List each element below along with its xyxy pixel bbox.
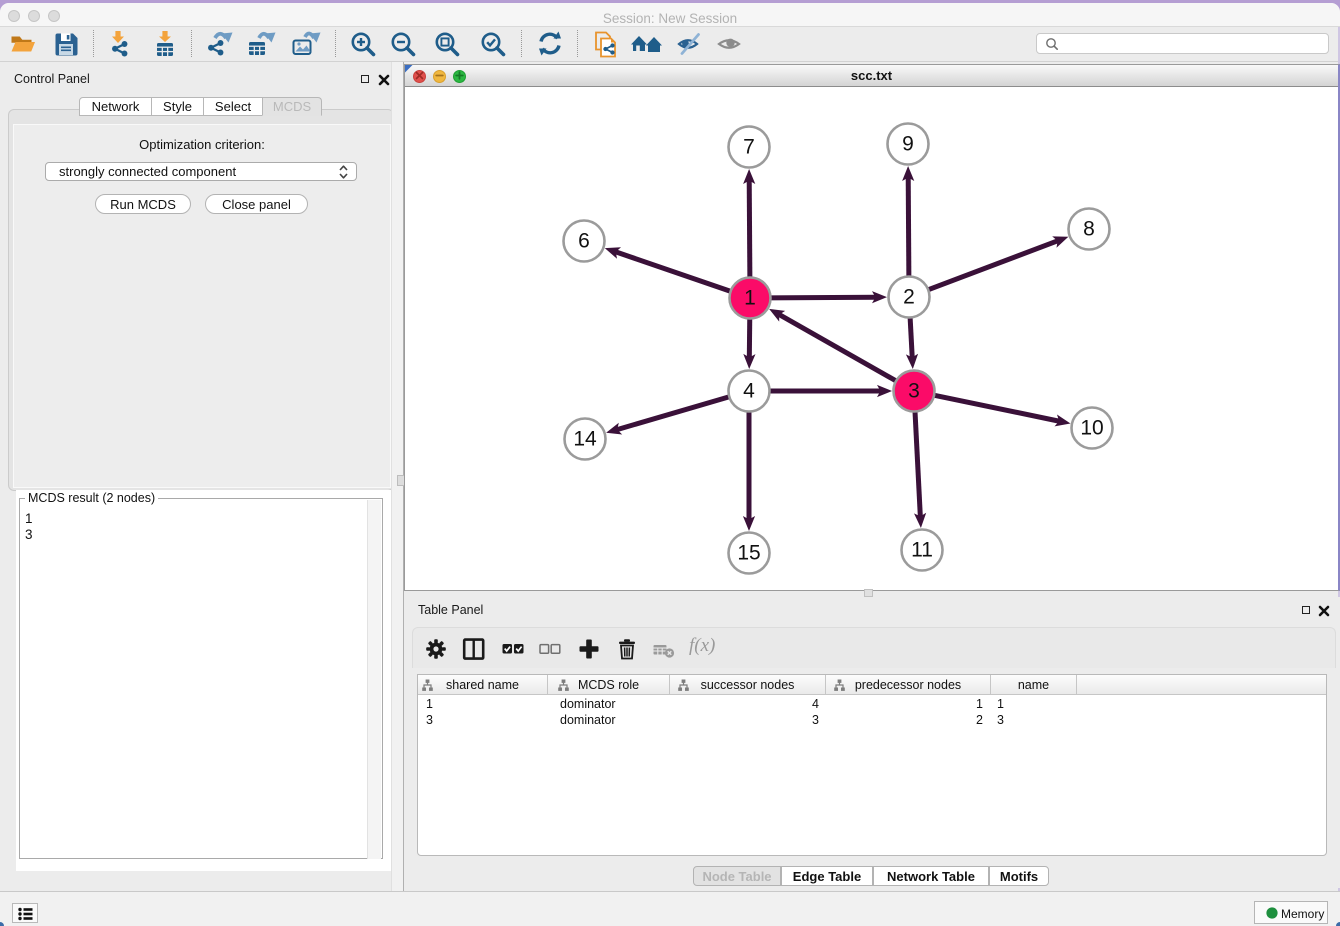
svg-text:15: 15: [737, 542, 760, 565]
svg-text:10: 10: [1080, 417, 1103, 440]
svg-text:9: 9: [902, 133, 914, 156]
svg-text:14: 14: [573, 428, 597, 451]
svg-text:1: 1: [744, 287, 756, 310]
svg-text:7: 7: [743, 136, 755, 159]
svg-text:2: 2: [903, 286, 915, 309]
svg-text:4: 4: [743, 380, 755, 403]
svg-text:11: 11: [911, 539, 933, 562]
svg-text:3: 3: [908, 380, 920, 403]
svg-text:6: 6: [578, 230, 590, 253]
svg-text:8: 8: [1083, 218, 1095, 241]
